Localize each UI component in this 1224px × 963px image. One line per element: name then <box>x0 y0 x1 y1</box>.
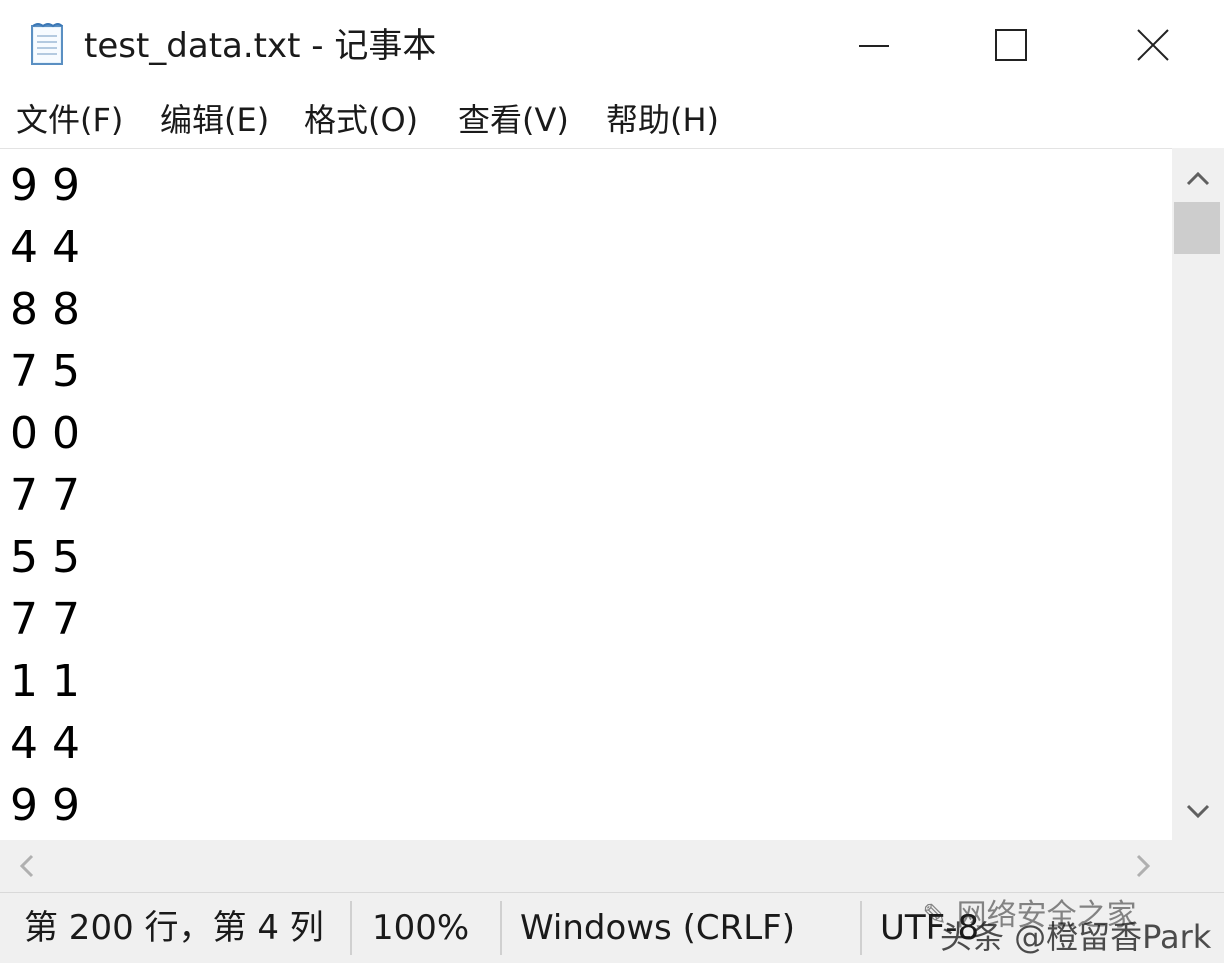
cursor-position: 第 200 行，第 4 列 <box>24 908 324 948</box>
text-line: 9 9 <box>10 160 80 211</box>
text-editor[interactable]: 9 9 4 4 8 8 7 5 0 0 7 7 5 5 7 7 1 1 4 4 … <box>0 148 1172 841</box>
close-button[interactable] <box>1083 0 1223 92</box>
minimize-icon <box>859 45 889 47</box>
maximize-button[interactable] <box>941 0 1081 92</box>
menu-view[interactable]: 查看(V) <box>458 98 569 142</box>
vertical-scroll-thumb[interactable] <box>1174 202 1220 254</box>
scrollbar-corner <box>1172 840 1224 892</box>
scroll-up-button[interactable] <box>1172 148 1224 200</box>
status-divider <box>500 901 502 955</box>
text-line: 0 0 <box>10 408 80 459</box>
scroll-down-button[interactable] <box>1172 788 1224 840</box>
minimize-button[interactable] <box>803 0 943 92</box>
text-line: 7 5 <box>10 346 80 397</box>
maximize-icon <box>995 29 1027 61</box>
chevron-right-icon <box>1136 854 1151 878</box>
menu-bar: 文件(F) 编辑(E) 格式(O) 查看(V) 帮助(H) <box>0 92 1224 148</box>
title-bar[interactable]: test_data.txt - 记事本 <box>0 0 1224 92</box>
menu-edit[interactable]: 编辑(E) <box>160 98 269 142</box>
text-line: 7 7 <box>10 594 80 645</box>
window-title: test_data.txt - 记事本 <box>84 26 437 66</box>
scroll-left-button[interactable] <box>0 840 52 892</box>
chevron-up-icon <box>1186 171 1210 186</box>
text-line: 4 4 <box>10 222 80 273</box>
text-content: 9 9 4 4 8 8 7 5 0 0 7 7 5 5 7 7 1 1 4 4 … <box>10 155 80 837</box>
text-line: 9 9 <box>10 780 80 831</box>
scroll-right-button[interactable] <box>1118 840 1170 892</box>
vertical-scrollbar[interactable] <box>1172 148 1224 840</box>
chevron-left-icon <box>19 854 34 878</box>
text-line: 7 7 <box>10 470 80 521</box>
watermark-bottom: 头条 @橙留香Park <box>940 918 1212 956</box>
zoom-level: 100% <box>372 908 470 948</box>
status-divider <box>860 901 862 955</box>
notepad-icon <box>24 20 72 68</box>
horizontal-scrollbar[interactable] <box>0 840 1172 892</box>
close-icon <box>1137 29 1169 61</box>
menu-file[interactable]: 文件(F) <box>16 98 123 142</box>
menu-help[interactable]: 帮助(H) <box>606 98 719 142</box>
chevron-down-icon <box>1186 804 1210 819</box>
line-ending: Windows (CRLF) <box>520 908 795 948</box>
text-line: 8 8 <box>10 284 80 335</box>
text-line: 4 4 <box>10 718 80 769</box>
menu-format[interactable]: 格式(O) <box>304 98 418 142</box>
status-divider <box>350 901 352 955</box>
text-line: 5 5 <box>10 532 80 583</box>
text-line: 1 1 <box>10 656 80 707</box>
notepad-window: test_data.txt - 记事本 文件(F) 编辑(E) 格式(O) 查看… <box>0 0 1224 963</box>
